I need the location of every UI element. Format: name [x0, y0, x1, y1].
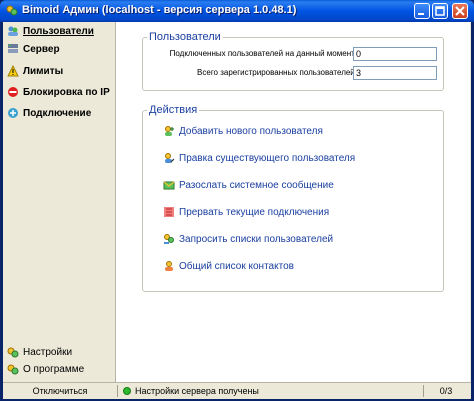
settings-icon: [7, 347, 19, 358]
sidebar-item-connection[interactable]: Подключение: [7, 104, 91, 122]
action-label: Прервать текущие подключения: [179, 206, 330, 218]
disconnect-label: Отключиться: [32, 386, 88, 396]
main-panel: Пользователи Подключенных пользователей …: [115, 22, 470, 382]
request-list-icon: [164, 234, 174, 244]
contacts-action[interactable]: Общий список контактов: [163, 258, 294, 274]
window-title: Bimoid Админ (localhost - версия сервера…: [22, 4, 297, 16]
add-user-action[interactable]: Добавить нового пользователя: [163, 123, 323, 139]
users-icon: [8, 26, 18, 36]
disconnect-icon: [164, 207, 174, 217]
sidebar-item-label: Подключение: [23, 107, 92, 119]
request-lists-action[interactable]: Запросить списки пользователей: [163, 231, 333, 247]
edit-user-icon: [165, 153, 175, 163]
sidebar-item-label: Сервер: [23, 43, 60, 55]
settings-label: Настройки: [23, 346, 73, 358]
info-icon: [7, 364, 19, 375]
edit-user-action[interactable]: Правка существующего пользователя: [163, 150, 355, 166]
server-icon: [8, 44, 18, 53]
users-group: Пользователи Подключенных пользователей …: [142, 31, 444, 91]
message-icon: [163, 181, 175, 190]
close-icon: [455, 6, 465, 16]
add-user-icon: [165, 126, 174, 136]
contacts-icon: [165, 261, 173, 271]
sidebar-item-limits[interactable]: Лимиты: [7, 62, 63, 80]
actions-group: Действия Добавить нового пользователя Пр…: [142, 104, 444, 292]
disconnect-action[interactable]: Прервать текущие подключения: [163, 204, 329, 220]
title-bar[interactable]: Bimoid Админ (localhost - версия сервера…: [0, 0, 474, 22]
sidebar-item-label: Лимиты: [23, 65, 64, 77]
user-count: 0/3: [423, 385, 469, 397]
disconnect-button[interactable]: Отключиться: [3, 385, 118, 397]
online-users-field[interactable]: 0: [353, 47, 437, 61]
action-label: Общий список контактов: [179, 260, 294, 272]
about-label: О программе: [23, 363, 85, 375]
sidebar-item-label: Блокировка по IP: [23, 86, 110, 98]
action-label: Разослать системное сообщение: [179, 179, 334, 191]
connection-icon: [8, 108, 18, 118]
app-icon: [6, 5, 18, 16]
status-ok-icon: [123, 387, 131, 395]
sidebar-item-label: Пользователи: [23, 25, 94, 37]
close-button[interactable]: [452, 3, 468, 19]
total-users-field[interactable]: 3: [353, 66, 437, 80]
send-message-action[interactable]: Разослать системное сообщение: [163, 177, 334, 193]
total-users-label: Всего зарегистрированных пользователей:: [197, 68, 357, 77]
sidebar-item-ip-block[interactable]: Блокировка по IP: [7, 83, 110, 101]
maximize-button[interactable]: [432, 3, 448, 19]
status-message: Настройки сервера получены: [119, 385, 424, 397]
settings-link[interactable]: Настройки: [7, 344, 72, 360]
about-link[interactable]: О программе: [7, 361, 84, 377]
action-label: Добавить нового пользователя: [179, 125, 323, 137]
sidebar-item-server[interactable]: Сервер: [7, 40, 60, 58]
online-users-label: Подключенных пользователей на данный мом…: [169, 49, 357, 58]
action-label: Правка существующего пользователя: [179, 152, 356, 164]
client-area: Пользователи Сервер Лимиты Блокировка по…: [3, 22, 471, 399]
sidebar-item-users[interactable]: Пользователи: [7, 22, 94, 40]
action-label: Запросить списки пользователей: [179, 233, 334, 245]
maximize-icon: [435, 6, 445, 16]
minimize-button[interactable]: [414, 3, 430, 19]
minimize-icon: [418, 13, 424, 15]
status-bar: Отключиться Настройки сервера получены 0…: [3, 382, 471, 399]
sidebar: Пользователи Сервер Лимиты Блокировка по…: [3, 22, 115, 382]
user-count-text: 0/3: [439, 386, 453, 396]
users-group-title: Пользователи: [147, 31, 223, 43]
block-icon: [8, 87, 18, 97]
status-text: Настройки сервера получены: [135, 386, 259, 396]
app-window: Bimoid Админ (localhost - версия сервера…: [0, 0, 474, 401]
actions-group-title: Действия: [147, 104, 200, 116]
warning-icon: [7, 65, 19, 77]
